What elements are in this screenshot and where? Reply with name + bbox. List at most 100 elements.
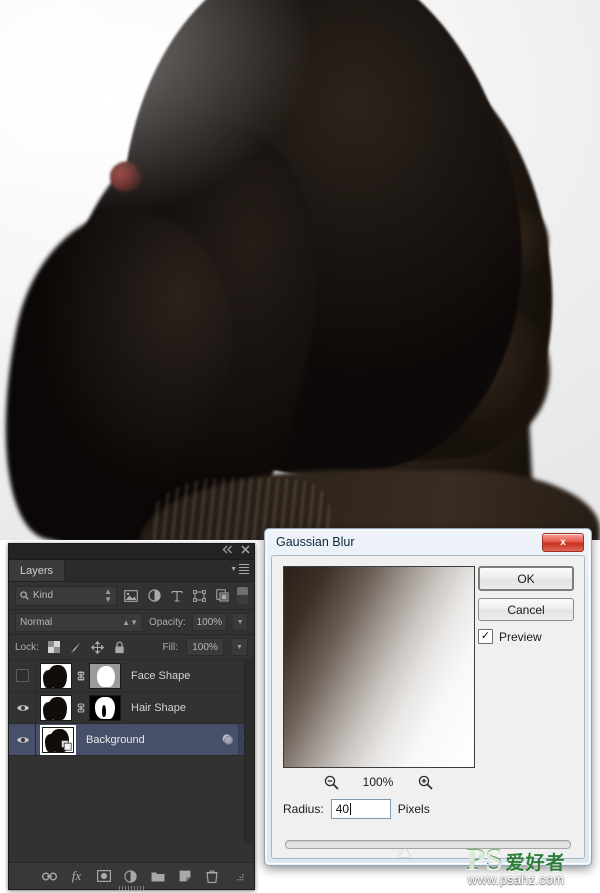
tab-layers-label: Layers: [20, 564, 54, 577]
radius-input[interactable]: 40: [330, 799, 391, 819]
eye-icon: [16, 735, 29, 744]
watermark-url: www.psahz.com: [467, 872, 565, 887]
layer-thumbnail[interactable]: [40, 694, 72, 721]
fill-dropdown-icon[interactable]: ▼: [232, 638, 248, 656]
dialog-title: Gaussian Blur: [276, 535, 355, 549]
new-layer-icon[interactable]: [177, 869, 192, 884]
link-layers-icon[interactable]: [42, 869, 57, 884]
stepper-icon: ▲▼: [104, 586, 112, 604]
layer-thumbnails: [40, 724, 76, 755]
lock-transparent-pixels-icon[interactable]: [47, 640, 61, 654]
cancel-button[interactable]: Cancel: [478, 598, 574, 621]
layers-scrollbar[interactable]: [244, 660, 254, 765]
tab-layers[interactable]: Layers: [9, 560, 66, 581]
add-layer-mask-icon[interactable]: [96, 869, 111, 884]
layer-visibility-toggle[interactable]: [9, 660, 36, 691]
layers-panel: Layers ▼ Kind ▲ ▼ Normal ▲▼ Opacity: 100…: [8, 543, 255, 890]
slider-track: [285, 840, 571, 849]
filter-kind-label: Kind: [33, 590, 54, 601]
fill-value[interactable]: 100%: [186, 638, 224, 656]
layer-name[interactable]: Background: [86, 734, 145, 746]
opacity-value[interactable]: 100%: [191, 613, 228, 631]
radius-units: Pixels: [397, 802, 430, 816]
layers-list-empty-area: [9, 765, 254, 843]
layer-mask-thumbnail[interactable]: [89, 662, 121, 689]
search-icon: [20, 591, 29, 600]
blend-mode-row: Normal ▲▼ Opacity: 100% ▼: [9, 610, 254, 635]
table-row[interactable]: Background ▼: [9, 724, 254, 756]
layer-mask-thumbnail[interactable]: [89, 694, 121, 721]
layer-thumbnail[interactable]: [40, 724, 76, 755]
photo-canvas: [0, 0, 600, 540]
lock-label: Lock:: [15, 641, 39, 653]
collapse-double-arrow-icon[interactable]: [222, 545, 233, 557]
layer-mask-link-icon[interactable]: [75, 701, 86, 714]
filter-adjustment-layers-icon[interactable]: [146, 587, 163, 604]
stepper-icon: ▲▼: [122, 617, 138, 627]
text-caret: [350, 803, 352, 815]
layer-name[interactable]: Hair Shape: [131, 702, 186, 714]
blur-preview-image: [284, 567, 474, 767]
lock-all-icon[interactable]: [113, 640, 127, 654]
lock-image-pixels-icon[interactable]: [69, 640, 83, 654]
layers-list: Face Shape Hair Shape Background: [9, 660, 254, 765]
panel-titlebar: [9, 544, 254, 560]
smart-object-badge-icon: [61, 739, 72, 751]
layers-bottom-toolbar: fx: [9, 862, 254, 889]
opacity-label: Opacity:: [149, 616, 186, 628]
lock-position-icon[interactable]: [91, 640, 105, 654]
new-adjustment-layer-icon[interactable]: [123, 869, 138, 884]
zoom-level: 100%: [362, 775, 394, 789]
filter-enable-toggle[interactable]: [237, 587, 249, 604]
eye-off-icon: [15, 669, 29, 682]
layer-visibility-toggle[interactable]: [9, 692, 36, 723]
panel-menu-lines-icon: [239, 564, 249, 574]
filter-type-layers-icon[interactable]: [169, 587, 186, 604]
dialog-action-column: OK Cancel ✓ Preview: [478, 566, 574, 644]
ok-button[interactable]: OK: [478, 566, 574, 591]
dialog-body: OK Cancel ✓ Preview 100% Radius: 40 Pixe…: [271, 555, 585, 859]
zoom-in-icon[interactable]: [417, 774, 433, 790]
layer-visibility-toggle[interactable]: [9, 724, 36, 755]
layer-name[interactable]: Face Shape: [131, 670, 190, 682]
layer-filter-row: Kind ▲ ▼: [9, 582, 254, 610]
close-icon[interactable]: x: [542, 533, 584, 552]
radius-slider[interactable]: [285, 837, 571, 859]
layer-thumbnail[interactable]: [40, 662, 72, 689]
layer-mask-link-icon[interactable]: [75, 669, 86, 682]
preview-checkbox-label: Preview: [499, 629, 542, 644]
delete-layer-icon[interactable]: [204, 869, 219, 884]
radius-value: 40: [335, 802, 350, 816]
opacity-dropdown-icon[interactable]: ▼: [233, 613, 248, 631]
radius-row: Radius: 40 Pixels: [283, 799, 430, 819]
layer-thumbnails: [40, 662, 121, 689]
filter-kind-select[interactable]: Kind ▲ ▼: [15, 585, 117, 606]
slider-thumb[interactable]: [399, 848, 412, 857]
lock-row: Lock: Fill: 100% ▼: [9, 635, 254, 660]
close-icon[interactable]: [241, 545, 250, 557]
preview-checkbox[interactable]: ✓ Preview: [478, 629, 574, 644]
fill-label: Fill:: [162, 641, 178, 653]
blend-mode-select[interactable]: Normal ▲▼: [15, 612, 143, 632]
blur-preview[interactable]: [283, 566, 475, 768]
panel-bottom-grip[interactable]: [118, 886, 145, 890]
new-group-icon[interactable]: [150, 869, 165, 884]
preview-zoom-controls: 100%: [283, 772, 473, 792]
layer-thumbnails: [40, 694, 121, 721]
filter-shape-layers-icon[interactable]: [191, 587, 208, 604]
gaussian-blur-dialog: Gaussian Blur x OK Cancel ✓ Preview 100%…: [264, 528, 592, 866]
zoom-out-icon[interactable]: [323, 774, 339, 790]
layers-scrollbar-lower[interactable]: [244, 765, 254, 843]
table-row[interactable]: Face Shape: [9, 660, 254, 692]
checkbox-check-icon: ✓: [478, 629, 493, 644]
panel-menu-icon[interactable]: ▼: [230, 564, 249, 574]
radius-label: Radius:: [283, 802, 324, 816]
filter-smart-objects-icon[interactable]: [214, 587, 231, 604]
smart-filter-icon[interactable]: [216, 733, 238, 746]
table-row[interactable]: Hair Shape: [9, 692, 254, 724]
eye-icon: [16, 703, 29, 712]
layer-style-fx-icon[interactable]: fx: [69, 868, 84, 884]
panel-tab-row: Layers ▼: [9, 560, 254, 582]
filter-pixel-layers-icon[interactable]: [123, 587, 140, 604]
panel-resize-grip-icon[interactable]: [231, 869, 246, 884]
